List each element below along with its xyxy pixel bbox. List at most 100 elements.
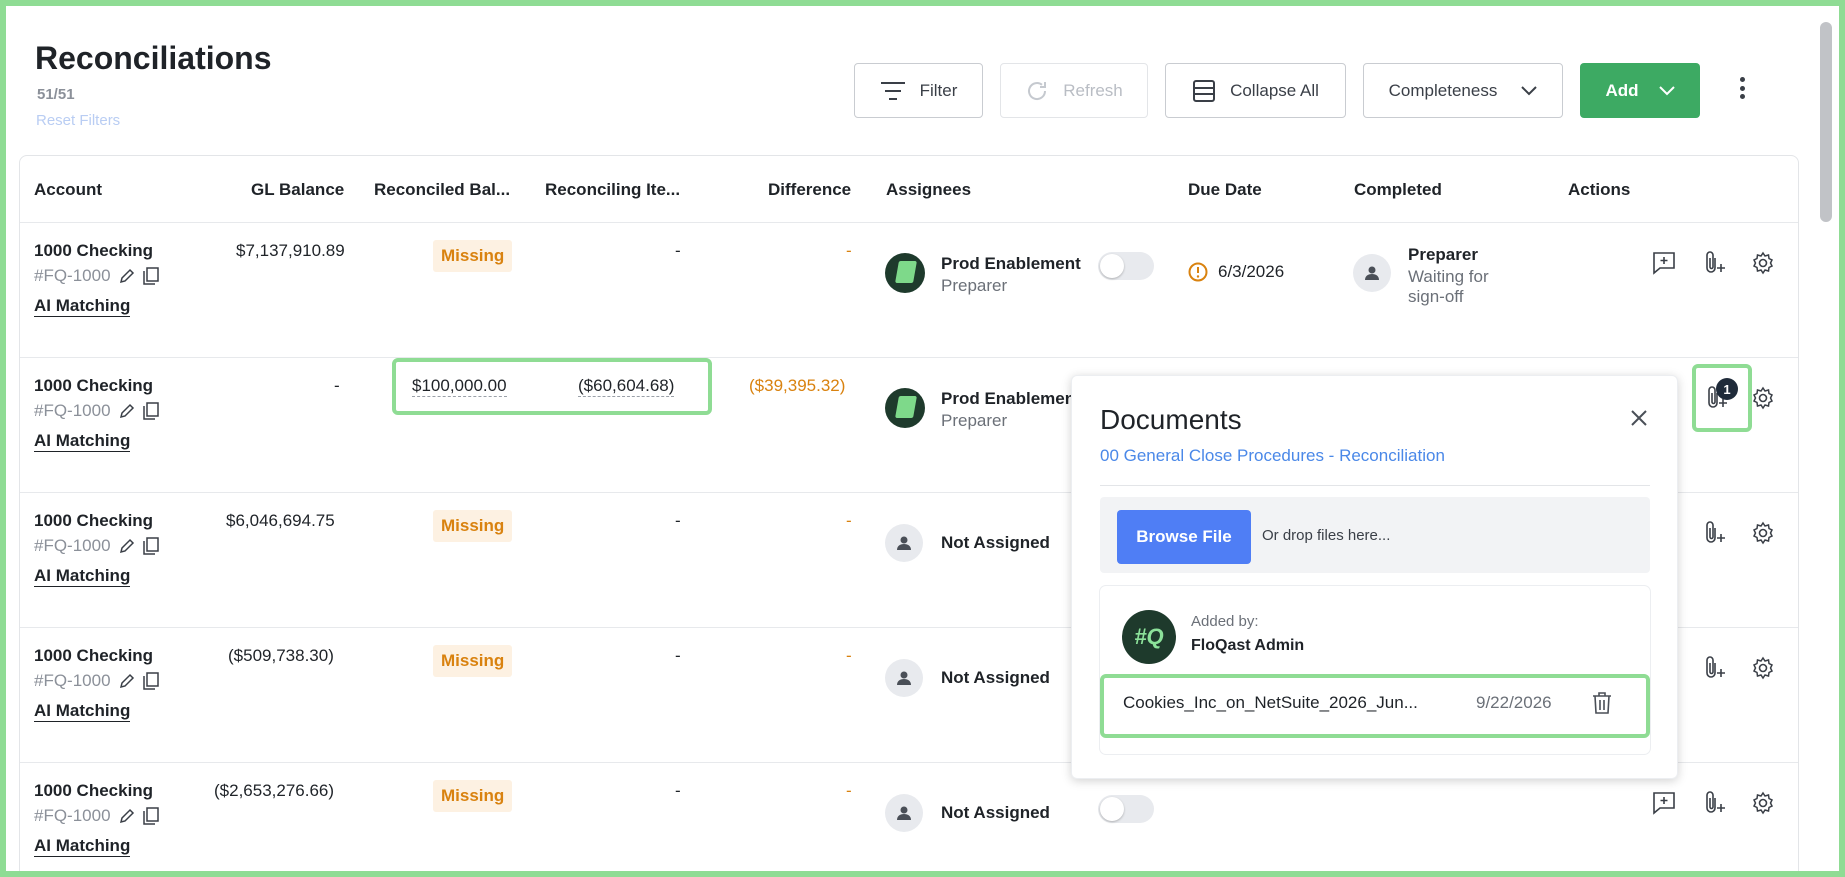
added-by-label: Added by: xyxy=(1191,613,1259,630)
pencil-icon[interactable] xyxy=(119,673,135,689)
file-date: 9/22/2026 xyxy=(1476,693,1552,712)
add-button[interactable]: Add xyxy=(1580,63,1700,118)
account-name[interactable]: 1000 Checking xyxy=(34,511,153,531)
gear-icon[interactable] xyxy=(1750,790,1776,816)
assignee-name: Prod Enablemen xyxy=(941,389,1076,408)
collapse-all-label: Collapse All xyxy=(1230,80,1319,100)
filter-icon xyxy=(880,81,905,100)
gl-balance: $6,046,694.75 xyxy=(226,511,335,530)
attachment-add-icon[interactable] xyxy=(1701,520,1727,546)
assignee-role: Preparer xyxy=(941,411,1008,430)
gear-icon[interactable] xyxy=(1750,385,1776,411)
gl-balance: ($509,738.30) xyxy=(228,646,334,665)
filter-label: Filter xyxy=(919,80,958,100)
warning-icon xyxy=(1188,262,1208,282)
comment-add-icon[interactable] xyxy=(1651,250,1677,276)
pencil-icon[interactable] xyxy=(119,538,135,554)
ai-matching-link[interactable]: AI Matching xyxy=(34,836,131,857)
chevron-down-icon xyxy=(1521,85,1538,95)
col-header-account[interactable]: Account xyxy=(34,180,102,200)
account-id: #FQ-1000 xyxy=(34,671,159,691)
attachment-add-icon[interactable] xyxy=(1701,250,1727,276)
col-header-gl-balance[interactable]: GL Balance xyxy=(251,180,344,200)
browse-file-button[interactable]: Browse File xyxy=(1117,510,1251,564)
gl-balance: $7,137,910.89 xyxy=(236,241,345,260)
reconciling-items: - xyxy=(675,241,681,260)
ai-matching-link[interactable]: AI Matching xyxy=(34,701,131,722)
completeness-dropdown[interactable]: Completeness xyxy=(1363,63,1563,118)
col-header-difference[interactable]: Difference xyxy=(768,180,851,200)
ai-matching-link[interactable]: AI Matching xyxy=(34,296,131,317)
account-name[interactable]: 1000 Checking xyxy=(34,241,153,261)
account-name[interactable]: 1000 Checking xyxy=(34,376,153,396)
user-icon xyxy=(1353,254,1391,292)
avatar xyxy=(885,388,925,428)
collapse-all-button[interactable]: Collapse All xyxy=(1165,63,1346,118)
file-name-link[interactable]: Cookies_Inc_on_NetSuite_2026_Jun... xyxy=(1123,693,1418,713)
reset-filters-link[interactable]: Reset Filters xyxy=(36,112,120,129)
copy-icon[interactable] xyxy=(142,537,159,555)
account-id-text: #FQ-1000 xyxy=(34,401,111,420)
ai-matching-link[interactable]: AI Matching xyxy=(34,431,131,452)
account-id-text: #FQ-1000 xyxy=(34,806,111,825)
reconciled-balance[interactable]: $100,000.00 xyxy=(412,376,507,397)
attachment-add-icon[interactable] xyxy=(1701,655,1727,681)
assignee-name: Not Assigned xyxy=(941,803,1050,822)
table-divider xyxy=(20,357,1798,358)
popover-title: Documents xyxy=(1100,404,1242,435)
account-id: #FQ-1000 xyxy=(34,266,159,286)
more-options-icon[interactable] xyxy=(1732,73,1752,103)
filter-button[interactable]: Filter xyxy=(854,63,983,118)
add-label: Add xyxy=(1605,80,1639,100)
attachment-add-icon[interactable] xyxy=(1701,790,1727,816)
refresh-button[interactable]: Refresh xyxy=(1000,63,1148,118)
pencil-icon[interactable] xyxy=(119,808,135,824)
reconciling-items[interactable]: ($60,604.68) xyxy=(578,376,675,397)
account-name[interactable]: 1000 Checking xyxy=(34,646,153,666)
copy-icon[interactable] xyxy=(142,672,159,690)
divider xyxy=(1100,485,1650,486)
close-icon[interactable] xyxy=(1627,406,1651,430)
gl-balance: - xyxy=(334,376,340,395)
file-drop-zone[interactable]: Browse File Or drop files here... xyxy=(1100,497,1650,573)
account-id: #FQ-1000 xyxy=(34,401,159,421)
missing-badge[interactable]: Missing xyxy=(433,510,513,542)
review-toggle[interactable] xyxy=(1098,795,1154,823)
result-count: 51/51 xyxy=(37,86,75,103)
refresh-icon xyxy=(1028,81,1047,100)
col-header-assignees[interactable]: Assignees xyxy=(886,180,971,200)
drop-hint: Or drop files here... xyxy=(1262,527,1391,544)
account-id: #FQ-1000 xyxy=(34,536,159,556)
difference: ($39,395.32) xyxy=(749,376,846,395)
missing-badge[interactable]: Missing xyxy=(433,645,513,677)
gear-icon[interactable] xyxy=(1750,520,1776,546)
ai-matching-link[interactable]: AI Matching xyxy=(34,566,131,587)
account-name[interactable]: 1000 Checking xyxy=(34,781,153,801)
copy-icon[interactable] xyxy=(142,807,159,825)
col-header-reconciled-balance[interactable]: Reconciled Bal... xyxy=(374,180,510,200)
trash-icon[interactable] xyxy=(1592,691,1612,715)
vertical-scrollbar[interactable] xyxy=(1820,22,1832,222)
user-icon xyxy=(885,524,923,562)
assignee-name: Not Assigned xyxy=(941,533,1050,552)
popover-subtitle-link[interactable]: 00 General Close Procedures - Reconcilia… xyxy=(1100,446,1445,466)
comment-add-icon[interactable] xyxy=(1651,790,1677,816)
collapse-icon xyxy=(1193,79,1216,102)
review-toggle[interactable] xyxy=(1098,252,1154,280)
copy-icon[interactable] xyxy=(142,402,159,420)
pencil-icon[interactable] xyxy=(119,268,135,284)
col-header-reconciling-items[interactable]: Reconciling Ite... xyxy=(545,180,680,200)
due-date-text: 6/3/2026 xyxy=(1218,262,1285,281)
gear-icon[interactable] xyxy=(1750,655,1776,681)
pencil-icon[interactable] xyxy=(119,403,135,419)
gl-balance: ($2,653,276.66) xyxy=(214,781,335,800)
documents-popover: Documents 00 General Close Procedures - … xyxy=(1071,375,1678,779)
added-by-name: FloQast Admin xyxy=(1191,637,1305,654)
col-header-completed[interactable]: Completed xyxy=(1354,180,1442,200)
missing-badge[interactable]: Missing xyxy=(433,240,513,272)
assignee-name: Not Assigned xyxy=(941,668,1050,687)
copy-icon[interactable] xyxy=(142,267,159,285)
col-header-due-date[interactable]: Due Date xyxy=(1188,180,1262,200)
missing-badge[interactable]: Missing xyxy=(433,780,513,812)
gear-icon[interactable] xyxy=(1750,250,1776,276)
